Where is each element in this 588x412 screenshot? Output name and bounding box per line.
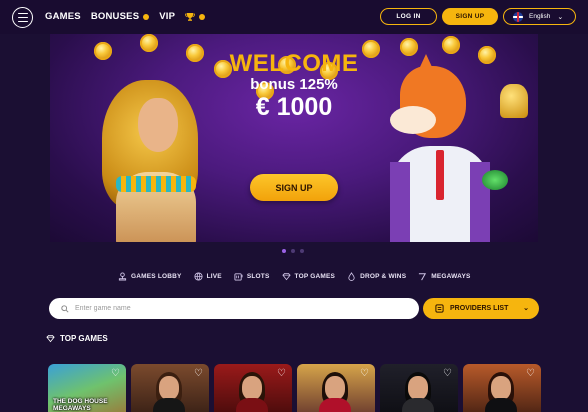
heart-icon[interactable]: ♡ bbox=[442, 368, 453, 379]
carousel-dot[interactable] bbox=[300, 249, 304, 253]
hero-welcome: WELCOME bbox=[229, 50, 359, 77]
game-card[interactable]: ♡ bbox=[380, 364, 458, 412]
search-icon bbox=[61, 304, 69, 313]
notification-dot-icon bbox=[143, 13, 150, 20]
top-games-title: TOP GAMES bbox=[60, 334, 108, 343]
signup-button[interactable]: SIGN UP bbox=[442, 8, 498, 25]
heart-icon[interactable]: ♡ bbox=[525, 368, 536, 379]
drop-icon bbox=[348, 271, 355, 281]
heart-icon[interactable]: ♡ bbox=[193, 368, 204, 379]
search-bar bbox=[49, 298, 419, 319]
category-label: TOP GAMES bbox=[294, 272, 336, 280]
providers-dropdown[interactable]: PROVIDERS LIST ⌄ bbox=[423, 298, 539, 319]
nav-games[interactable]: GAMES bbox=[45, 11, 81, 22]
hero-signup-button[interactable]: SIGN UP bbox=[250, 174, 338, 201]
heart-icon[interactable]: ♡ bbox=[276, 368, 287, 379]
notification-dot-icon bbox=[199, 13, 206, 20]
language-selector[interactable]: English ⌄ bbox=[503, 8, 576, 25]
nav-vip-label: VIP bbox=[159, 11, 176, 22]
diamond-icon bbox=[281, 272, 291, 280]
nav-vip[interactable]: VIP bbox=[159, 11, 175, 22]
dealer-illustration bbox=[402, 370, 434, 412]
main-nav: GAMES BONUSES VIP bbox=[45, 11, 215, 22]
heart-icon[interactable]: ♡ bbox=[359, 368, 370, 379]
game-card[interactable]: ♡ bbox=[214, 364, 292, 412]
nav-bonuses-label: BONUSES bbox=[90, 11, 140, 22]
coin-decoration bbox=[140, 34, 158, 52]
live-icon bbox=[194, 271, 203, 281]
category-label: SLOTS bbox=[246, 272, 270, 280]
category-label: LIVE bbox=[206, 272, 222, 280]
hero-bonus: bonus 125% bbox=[250, 76, 338, 93]
carousel-dot[interactable] bbox=[291, 249, 295, 253]
uk-flag-icon bbox=[513, 11, 523, 22]
gem-decoration bbox=[482, 170, 508, 190]
carousel-dot[interactable] bbox=[282, 249, 286, 253]
joystick-icon bbox=[118, 271, 127, 281]
game-card[interactable]: ♡ bbox=[131, 364, 209, 412]
top-games-list: ♡ THE DOG HOUSE MEGAWAYS ♡ ♡ ♡ ♡ ♡ bbox=[48, 364, 541, 412]
game-title: THE DOG HOUSE MEGAWAYS bbox=[53, 398, 108, 412]
top-games-heading: TOP GAMES bbox=[46, 334, 108, 343]
megaways-icon bbox=[419, 272, 427, 280]
category-label: GAMES LOBBY bbox=[131, 272, 182, 280]
language-label: English bbox=[529, 13, 551, 20]
top-header: GAMES BONUSES VIP LOG IN SIGN UP English… bbox=[0, 0, 588, 34]
carousel-dots bbox=[282, 249, 304, 253]
dealer-illustration bbox=[319, 370, 351, 412]
diamond-icon bbox=[46, 334, 55, 343]
game-card[interactable]: ♡ bbox=[463, 364, 541, 412]
login-button[interactable]: LOG IN bbox=[380, 8, 437, 25]
category-games-lobby[interactable]: GAMES LOBBY bbox=[118, 271, 182, 281]
category-nav: GAMES LOBBY LIVE SLOTS TOP GAMES DROP & … bbox=[118, 269, 483, 283]
game-card[interactable]: ♡ THE DOG HOUSE MEGAWAYS bbox=[48, 364, 126, 412]
nav-tournaments[interactable] bbox=[185, 12, 206, 22]
slots-icon bbox=[234, 272, 243, 281]
chevron-down-icon: ⌄ bbox=[523, 305, 529, 312]
category-top-games[interactable]: TOP GAMES bbox=[281, 272, 336, 281]
category-label: MEGAWAYS bbox=[431, 272, 471, 280]
category-drop-wins[interactable]: DROP & WINS bbox=[347, 271, 407, 281]
search-input[interactable] bbox=[75, 305, 375, 312]
dealer-illustration bbox=[153, 370, 185, 412]
category-slots[interactable]: SLOTS bbox=[234, 272, 270, 281]
category-label: DROP & WINS bbox=[360, 272, 407, 280]
providers-icon bbox=[435, 304, 444, 313]
trophy-icon bbox=[185, 12, 195, 21]
nav-bonuses[interactable]: BONUSES bbox=[90, 11, 150, 22]
menu-icon[interactable] bbox=[12, 7, 33, 28]
dealer-illustration bbox=[485, 370, 517, 412]
hero-amount: € 1000 bbox=[255, 93, 333, 121]
category-live[interactable]: LIVE bbox=[194, 271, 222, 281]
game-card[interactable]: ♡ bbox=[297, 364, 375, 412]
nav-games-label: GAMES bbox=[45, 11, 81, 22]
chevron-down-icon: ⌄ bbox=[557, 13, 564, 21]
category-megaways[interactable]: MEGAWAYS bbox=[418, 272, 470, 281]
providers-label: PROVIDERS LIST bbox=[450, 305, 509, 312]
heart-icon[interactable]: ♡ bbox=[110, 368, 121, 379]
dealer-illustration bbox=[236, 370, 268, 412]
